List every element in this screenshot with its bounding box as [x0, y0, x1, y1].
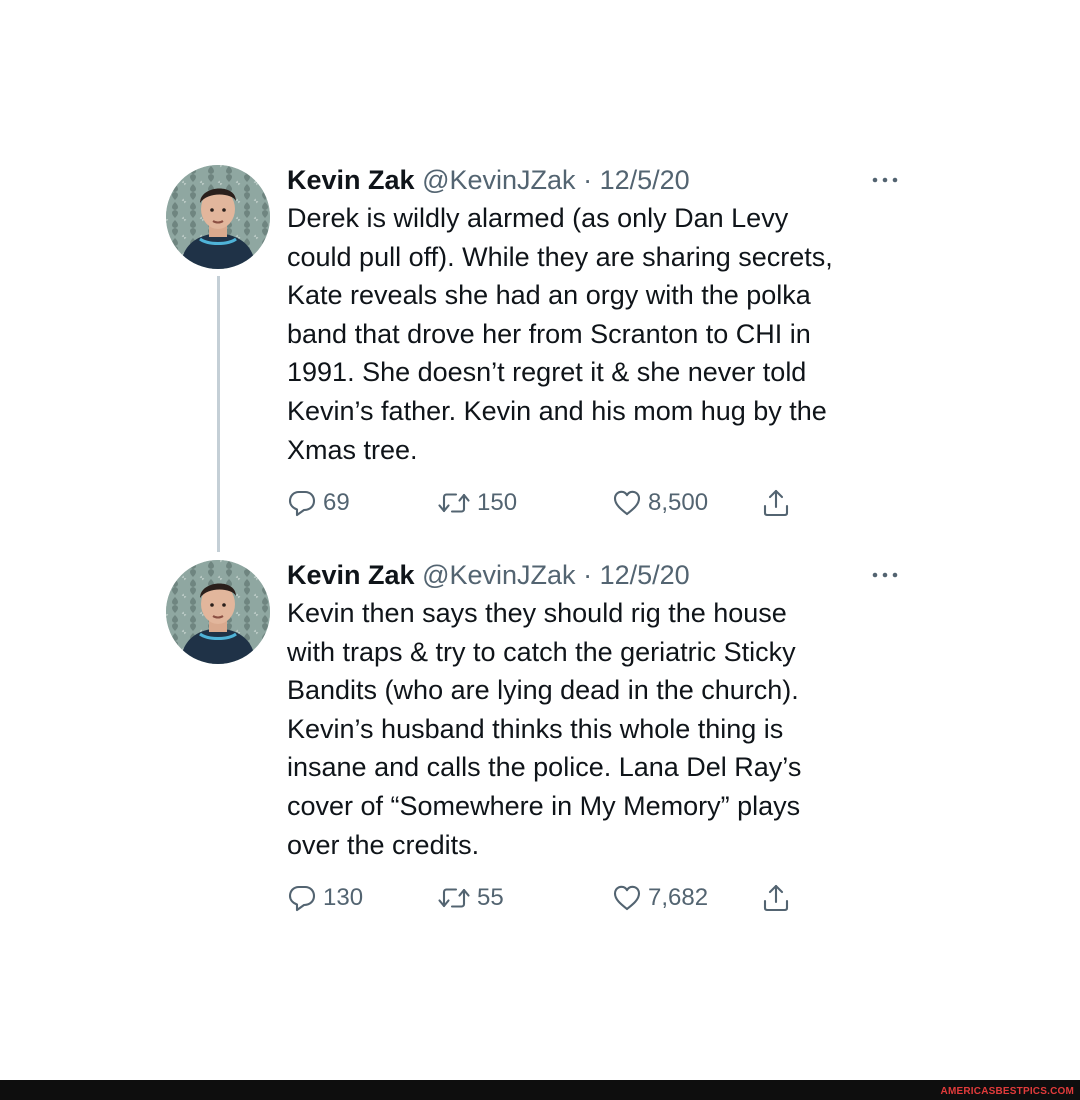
tweet-text-line: with traps & try to catch the geriatric … — [287, 636, 796, 667]
tweet-body: Kevin Zak @KevinJZak · 12/5/20 Derek is … — [287, 162, 917, 523]
tweet-text-line: Bandits (who are lying dead in the churc… — [287, 675, 799, 706]
tweet-text-line: insane and calls the police. Lana Del Ra… — [287, 752, 802, 783]
tweet-text-line: band that drove her from Scranton to CHI… — [287, 318, 811, 349]
more-dots-icon[interactable] — [865, 162, 905, 198]
like-button[interactable]: 7,682 — [612, 878, 708, 918]
like-button[interactable]: 8,500 — [612, 483, 708, 523]
header-separator: · — [583, 165, 593, 195]
tweet-text-line: 1991. She doesn’t regret it & she never … — [287, 357, 807, 388]
tweet-header: Kevin Zak @KevinJZak · 12/5/20 — [287, 162, 917, 198]
reply-button[interactable]: 69 — [287, 483, 350, 523]
retweet-button[interactable]: 150 — [437, 483, 517, 523]
tweet-text-line: Kate reveals she had an orgy with the po… — [287, 280, 811, 311]
tweet-text-line: Kevin’s husband thinks this whole thing … — [287, 713, 784, 744]
author-name[interactable]: Kevin Zak — [287, 560, 415, 590]
watermark: AMERICASBESTPICS.COM — [940, 1086, 1074, 1097]
reply-bubble-icon — [287, 488, 323, 518]
like-count: 7,682 — [648, 884, 709, 912]
tweet-body: Kevin Zak @KevinJZak · 12/5/20 Kevin the… — [287, 557, 917, 918]
author-handle[interactable]: @KevinJZak — [422, 560, 575, 590]
tweet-header: Kevin Zak @KevinJZak · 12/5/20 — [287, 557, 917, 593]
share-upload-icon — [761, 488, 797, 518]
heart-icon — [612, 883, 648, 913]
share-button[interactable] — [761, 483, 797, 523]
author-handle[interactable]: @KevinJZak — [422, 165, 575, 195]
tweet-text: Kevin then says they should rig the hous… — [287, 594, 917, 864]
tweet-date[interactable]: 12/5/20 — [600, 165, 690, 195]
like-count: 8,500 — [648, 489, 709, 517]
retweet-button[interactable]: 55 — [437, 878, 504, 918]
avatar[interactable] — [166, 560, 270, 664]
tweet-date[interactable]: 12/5/20 — [600, 560, 690, 590]
tweet-text-line: Derek is wildly alarmed (as only Dan Lev… — [287, 203, 789, 233]
retweet-count: 55 — [477, 884, 504, 912]
reply-count: 69 — [323, 489, 350, 517]
tweet-text: Derek is wildly alarmed (as only Dan Lev… — [287, 199, 917, 469]
tweet-actions: 130 55 7,682 — [287, 878, 917, 918]
tweet-text-line: over the credits. — [287, 829, 480, 860]
retweet-arrows-icon — [437, 488, 477, 518]
tweet-actions: 69 150 8,500 — [287, 483, 917, 523]
tweet-text-line: cover of “Somewhere in My Memory” plays — [287, 790, 801, 821]
tweet-text-line: Kevin’s father. Kevin and his mom hug by… — [287, 395, 827, 426]
heart-icon — [612, 488, 648, 518]
header-separator: · — [583, 560, 593, 590]
share-button[interactable] — [761, 878, 797, 918]
share-upload-icon — [761, 883, 797, 913]
author-name[interactable]: Kevin Zak — [287, 165, 415, 195]
reply-count: 130 — [323, 884, 364, 912]
more-dots-icon[interactable] — [865, 557, 905, 593]
retweet-arrows-icon — [437, 883, 477, 913]
tweet-text-line: Kevin then says they should rig the hous… — [287, 598, 787, 628]
avatar[interactable] — [166, 165, 270, 269]
retweet-count: 150 — [477, 489, 518, 517]
reply-button[interactable]: 130 — [287, 878, 363, 918]
tweet-text-line: Xmas tree. — [287, 434, 418, 465]
reply-bubble-icon — [287, 883, 323, 913]
thread-connector-line — [217, 276, 220, 552]
footer-bar: AMERICASBESTPICS.COM — [0, 1080, 1080, 1100]
tweet-text-line: could pull off). While they are sharing … — [287, 241, 833, 272]
